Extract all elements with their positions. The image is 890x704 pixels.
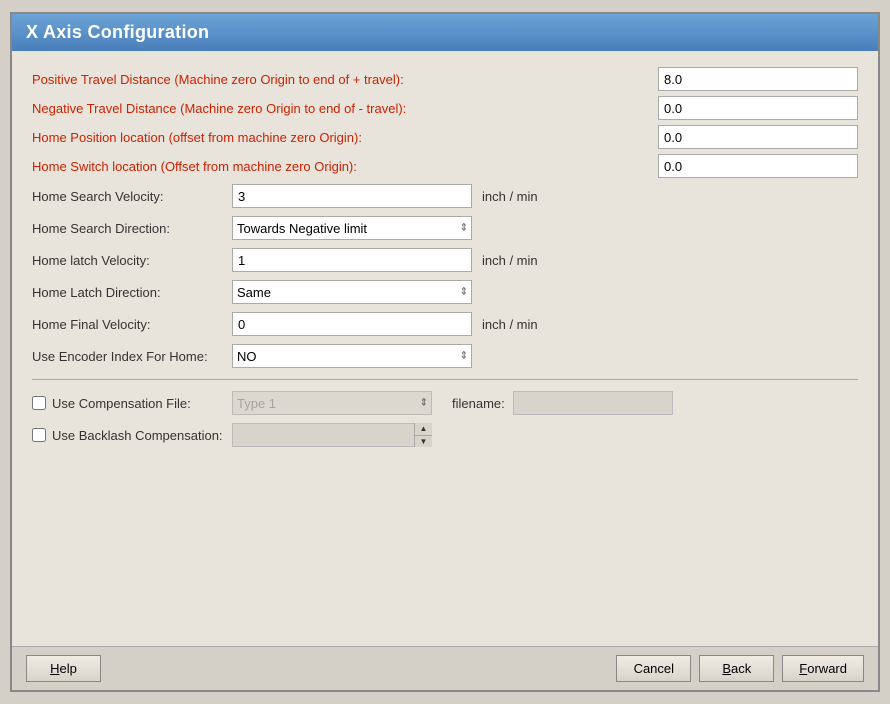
home-search-velocity-row: Home Search Velocity: inch / min — [32, 183, 858, 209]
negative-travel-distance-row: Negative Travel Distance (Machine zero O… — [32, 96, 858, 120]
help-button-label-rest: elp — [60, 661, 77, 676]
home-search-velocity-label: Home Search Velocity: — [32, 189, 232, 204]
main-window: X Axis Configuration Positive Travel Dis… — [10, 12, 880, 692]
use-comp-file-checkbox[interactable] — [32, 396, 46, 410]
use-backlash-row: Use Backlash Compensation: 0.0000 ▲ ▼ — [32, 422, 858, 448]
home-switch-location-row: Home Switch location (Offset from machin… — [32, 154, 858, 178]
home-search-direction-select[interactable]: Towards Negative limitTowards Positive l… — [232, 216, 472, 240]
compensation-section: Use Compensation File: Type 1 Type 2 fil… — [32, 390, 858, 448]
positive-travel-distance-row: Positive Travel Distance (Machine zero O… — [32, 67, 858, 91]
use-encoder-index-row: Use Encoder Index For Home:NOYES — [32, 343, 858, 369]
use-comp-file-label[interactable]: Use Compensation File: — [32, 396, 232, 411]
help-button-label: H — [50, 661, 59, 676]
footer: Help Cancel Back Forward — [12, 646, 878, 690]
top-fields-section: Positive Travel Distance (Machine zero O… — [32, 67, 858, 178]
home-latch-velocity-row: Home latch Velocity: inch / min — [32, 247, 858, 273]
use-comp-file-row: Use Compensation File: Type 1 Type 2 fil… — [32, 390, 858, 416]
cancel-button-label: Cancel — [634, 661, 674, 676]
comp-type-select-wrapper: Type 1 Type 2 — [232, 391, 432, 415]
backlash-input[interactable]: 0.0000 — [232, 423, 432, 447]
home-switch-location-input[interactable] — [658, 154, 858, 178]
backlash-spin-up[interactable]: ▲ — [415, 423, 432, 436]
home-latch-direction-select-wrapper: SameOpposite — [232, 280, 472, 304]
home-search-velocity-unit: inch / min — [482, 189, 538, 204]
back-rest: ack — [731, 661, 751, 676]
home-position-location-label: Home Position location (offset from mach… — [32, 130, 658, 145]
home-latch-direction-select[interactable]: SameOpposite — [232, 280, 472, 304]
use-encoder-index-select-wrapper: NOYES — [232, 344, 472, 368]
forward-rest: orward — [807, 661, 847, 676]
footer-right: Cancel Back Forward — [616, 655, 864, 682]
comp-type-select[interactable]: Type 1 Type 2 — [232, 391, 432, 415]
footer-left: Help — [26, 655, 101, 682]
home-search-direction-label: Home Search Direction: — [32, 221, 232, 236]
home-final-velocity-row: Home Final Velocity: inch / min — [32, 311, 858, 337]
home-latch-direction-label: Home Latch Direction: — [32, 285, 232, 300]
back-underline: B — [722, 661, 731, 676]
divider — [32, 379, 858, 380]
home-final-velocity-input[interactable] — [232, 312, 472, 336]
title-bar: X Axis Configuration — [12, 14, 878, 51]
home-final-velocity-unit: inch / min — [482, 317, 538, 332]
home-search-direction-row: Home Search Direction:Towards Negative l… — [32, 215, 858, 241]
positive-travel-distance-input[interactable] — [658, 67, 858, 91]
home-final-velocity-label: Home Final Velocity: — [32, 317, 232, 332]
backlash-spin-down[interactable]: ▼ — [415, 436, 432, 448]
home-latch-velocity-unit: inch / min — [482, 253, 538, 268]
home-latch-velocity-input[interactable] — [232, 248, 472, 272]
backlash-spinbox: 0.0000 ▲ ▼ — [232, 423, 432, 447]
filename-label: filename: — [452, 396, 505, 411]
home-search-direction-select-wrapper: Towards Negative limitTowards Positive l… — [232, 216, 472, 240]
positive-travel-distance-label: Positive Travel Distance (Machine zero O… — [32, 72, 658, 87]
cancel-button[interactable]: Cancel — [616, 655, 691, 682]
forward-button[interactable]: Forward — [782, 655, 864, 682]
form-section: Home Search Velocity:inch / minHome Sear… — [32, 183, 858, 369]
filename-input[interactable]: xcompensation — [513, 391, 673, 415]
home-position-location-row: Home Position location (offset from mach… — [32, 125, 858, 149]
negative-travel-distance-input[interactable] — [658, 96, 858, 120]
window-title: X Axis Configuration — [26, 22, 209, 42]
use-encoder-index-select[interactable]: NOYES — [232, 344, 472, 368]
help-button[interactable]: Help — [26, 655, 101, 682]
use-encoder-index-label: Use Encoder Index For Home: — [32, 349, 232, 364]
content-area: Positive Travel Distance (Machine zero O… — [12, 51, 878, 646]
negative-travel-distance-label: Negative Travel Distance (Machine zero O… — [32, 101, 658, 116]
use-backlash-label[interactable]: Use Backlash Compensation: — [32, 428, 232, 443]
use-backlash-checkbox[interactable] — [32, 428, 46, 442]
home-search-velocity-input[interactable] — [232, 184, 472, 208]
back-button[interactable]: Back — [699, 655, 774, 682]
home-position-location-input[interactable] — [658, 125, 858, 149]
home-latch-velocity-label: Home latch Velocity: — [32, 253, 232, 268]
home-latch-direction-row: Home Latch Direction:SameOpposite — [32, 279, 858, 305]
home-switch-location-label: Home Switch location (Offset from machin… — [32, 159, 658, 174]
backlash-spin-buttons: ▲ ▼ — [414, 423, 432, 447]
